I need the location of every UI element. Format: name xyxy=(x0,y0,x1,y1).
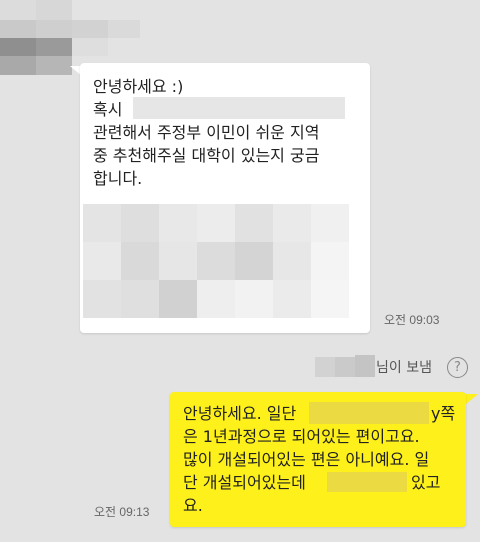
outgoing-message-line: 단 개설되어있는데 xyxy=(183,473,306,492)
outgoing-message-line: 있고 xyxy=(411,473,441,492)
incoming-message-line: 합니다. xyxy=(93,169,143,188)
outgoing-message-line: 안녕하세요. 일단 xyxy=(183,404,297,423)
redacted-image-mosaic xyxy=(83,204,349,318)
outgoing-message-line: y쪽 xyxy=(431,404,456,423)
redacted-text xyxy=(309,402,429,424)
message-timestamp: 오전 09:03 xyxy=(384,313,440,327)
outgoing-message-line: 많이 개설되어있는 편은 아니예요. 일 xyxy=(183,450,430,469)
redacted-sender-name xyxy=(315,355,375,379)
message-timestamp: 오전 09:13 xyxy=(94,505,150,519)
incoming-message-line: 중 추천해주실 대학이 있는지 궁금 xyxy=(93,146,320,165)
incoming-message-line: 혹시 xyxy=(93,100,128,119)
redacted-text xyxy=(133,97,345,119)
redacted-text xyxy=(327,472,407,492)
outgoing-bubble-tail xyxy=(466,394,478,404)
outgoing-message-line: 요. xyxy=(183,496,203,515)
sent-by-label: 님이 보냄 xyxy=(376,360,432,376)
incoming-message-line: 안녕하세요 :) xyxy=(93,77,184,96)
outgoing-message-line: 은 1년과정으로 되어있는 편이고요. xyxy=(183,427,420,446)
help-icon[interactable]: ? xyxy=(447,357,468,378)
incoming-message-line: 관련해서 주정부 이민이 쉬운 지역 xyxy=(93,123,320,142)
